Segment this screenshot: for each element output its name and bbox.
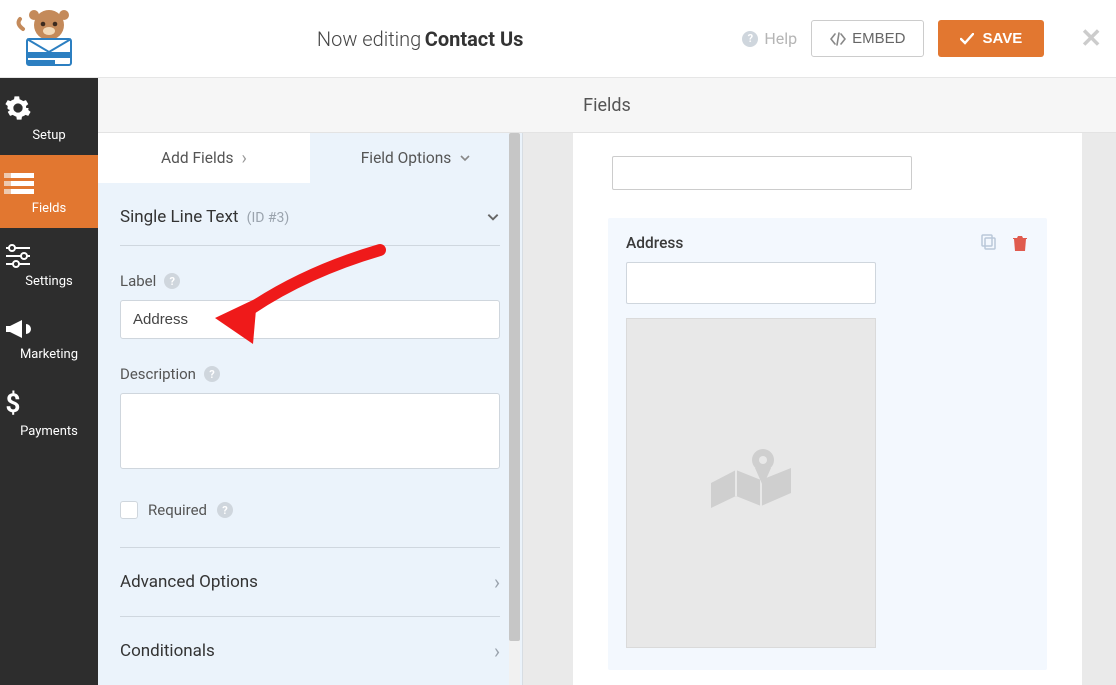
nav-setup[interactable]: Setup [0, 78, 98, 155]
gear-icon [4, 94, 94, 122]
code-icon [830, 32, 846, 46]
editing-title: Now editing Contact Us [98, 27, 742, 51]
map-placeholder [626, 318, 876, 648]
now-editing-text: Now editing [317, 27, 421, 51]
sliders-icon [4, 244, 94, 268]
preview-field-title: Address [626, 234, 683, 252]
field-label-group: Label ? [120, 272, 500, 339]
prev-field-above [612, 156, 912, 190]
help-link[interactable]: ? Help [742, 29, 797, 48]
subheader-title: Fields [583, 95, 631, 116]
required-checkbox[interactable] [120, 501, 138, 519]
nav-marketing[interactable]: Marketing [0, 301, 98, 374]
embed-button[interactable]: EMBED [811, 20, 924, 57]
nav-setup-label: Setup [32, 128, 65, 143]
description-label: Description [120, 365, 196, 383]
chevron-right-icon [494, 570, 500, 594]
accordion-conditionals-label: Conditionals [120, 641, 215, 661]
required-row: Required ? [120, 501, 500, 548]
form-name: Contact Us [425, 27, 524, 51]
workspace: Add Fields Field Options Single Line Tex… [98, 133, 1116, 685]
required-label: Required [148, 501, 207, 519]
section-id: (ID #3) [247, 210, 290, 226]
preview-canvas: Address [523, 133, 1116, 685]
nav-payments[interactable]: $ Payments [0, 374, 98, 451]
svg-text:$: $ [6, 390, 21, 418]
help-tooltip-icon[interactable]: ? [204, 366, 220, 382]
help-tooltip-icon[interactable]: ? [164, 273, 180, 289]
tab-add-fields[interactable]: Add Fields [98, 133, 310, 183]
duplicate-icon[interactable] [981, 234, 999, 252]
section-header[interactable]: Single Line Text (ID #3) [120, 183, 500, 246]
tab-add-fields-label: Add Fields [161, 149, 234, 167]
tab-field-options-label: Field Options [361, 149, 452, 167]
nav-payments-label: Payments [20, 424, 78, 439]
accordion-advanced-label: Advanced Options [120, 572, 258, 592]
save-button[interactable]: SAVE [938, 20, 1044, 57]
tab-field-options[interactable]: Field Options [310, 133, 522, 183]
preview-address-block[interactable]: Address [608, 218, 1047, 670]
chevron-down-icon [486, 210, 500, 224]
panel-body: Single Line Text (ID #3) Label ? Descrip… [98, 183, 522, 685]
embed-label: EMBED [852, 30, 905, 47]
chevron-right-icon [242, 148, 247, 169]
accordion-conditionals[interactable]: Conditionals [120, 617, 500, 685]
section-title: Single Line Text [120, 207, 238, 227]
chevron-right-icon [494, 639, 500, 663]
panel-scrollbar[interactable] [509, 133, 520, 685]
scrollbar-thumb[interactable] [509, 133, 520, 641]
save-label: SAVE [982, 30, 1022, 47]
help-label: Help [764, 29, 797, 48]
label-label: Label [120, 272, 156, 290]
description-input[interactable] [120, 393, 500, 469]
nav-fields-label: Fields [32, 201, 66, 216]
field-description-group: Description ? [120, 365, 500, 473]
subheader: Fields [98, 78, 1116, 133]
accordion-advanced[interactable]: Advanced Options [120, 548, 500, 617]
top-header: Now editing Contact Us ? Help EMBED SAVE… [0, 0, 1116, 78]
header-actions: ? Help EMBED SAVE [742, 20, 1044, 57]
list-icon [4, 171, 94, 195]
panel-tabs: Add Fields Field Options [98, 133, 522, 183]
close-button[interactable]: ✕ [1080, 24, 1102, 54]
nav-settings-label: Settings [25, 274, 72, 289]
bullhorn-icon [4, 317, 94, 341]
dollar-icon: $ [4, 390, 94, 418]
trash-icon[interactable] [1011, 234, 1029, 252]
check-icon [960, 33, 974, 45]
preview-card: Address [573, 133, 1082, 685]
options-panel: Add Fields Field Options Single Line Tex… [98, 133, 523, 685]
app-logo [0, 9, 98, 69]
left-nav: Setup Fields Settings Marketing $ Paymen… [0, 78, 98, 685]
preview-address-input[interactable] [626, 262, 876, 304]
nav-marketing-label: Marketing [20, 347, 78, 362]
label-input[interactable] [120, 300, 500, 339]
nav-settings[interactable]: Settings [0, 228, 98, 301]
help-tooltip-icon[interactable]: ? [217, 502, 233, 518]
chevron-down-icon [459, 152, 471, 164]
nav-fields[interactable]: Fields [0, 155, 98, 228]
help-icon: ? [742, 31, 758, 47]
